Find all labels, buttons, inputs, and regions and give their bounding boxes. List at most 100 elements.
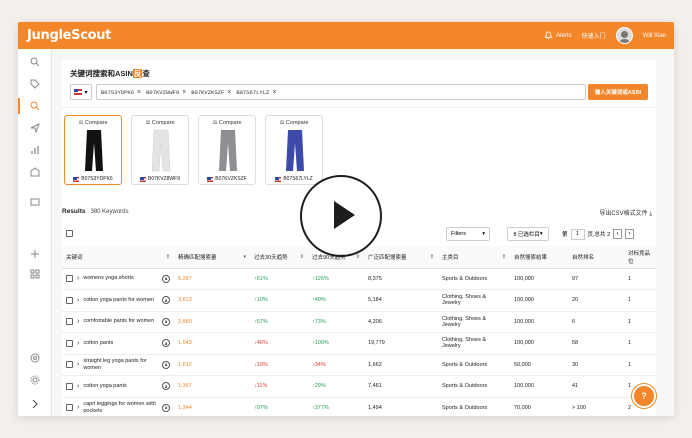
amazon-link-icon[interactable]: a xyxy=(162,274,170,283)
expand-row-icon[interactable]: › xyxy=(77,275,79,282)
asin-chip: B07KVZKSZF × xyxy=(191,89,231,96)
keyword-text[interactable]: capri leggings for women with pockets xyxy=(83,401,158,414)
expand-row-icon[interactable]: › xyxy=(77,297,79,304)
amazon-link-icon[interactable]: a xyxy=(162,360,170,369)
remove-chip-icon[interactable]: × xyxy=(227,89,231,96)
compare-toggle[interactable]: ⚖ Compare xyxy=(65,120,121,126)
amazon-link-icon[interactable]: a xyxy=(162,403,170,412)
row-checkbox[interactable] xyxy=(66,361,73,369)
amazon-link-icon[interactable]: a xyxy=(162,339,170,348)
alerts-button[interactable]: Alerts xyxy=(544,31,572,40)
columns-dropdown[interactable]: 8 已选栏目 ▾ xyxy=(507,227,549,241)
keyword-cell: › womens yoga shorts a xyxy=(62,268,174,290)
remove-chip-icon[interactable]: × xyxy=(272,89,276,96)
filters-dropdown[interactable]: Filters ▾ xyxy=(446,227,490,241)
filters-label: Filters xyxy=(451,231,466,237)
compare-toggle[interactable]: ⚖ Compare xyxy=(266,120,322,126)
quick-start-link[interactable]: 快速入门 xyxy=(582,31,606,40)
table-row[interactable]: › womens yoga shorts a 5,287 ↑61% ↑126% 8,375 S… xyxy=(62,268,656,290)
sidebar-expand-icon[interactable] xyxy=(18,393,52,415)
row-checkbox[interactable] xyxy=(66,404,73,412)
table-row[interactable]: › cotton pants a 1,543 ↓46% ↑100% 19,779 Clothi… xyxy=(62,332,656,355)
export-csv-button[interactable]: 导出CSV格式文件 ⤓ xyxy=(599,208,652,218)
product-card[interactable]: ⚖ Compare B07S67LYLZ xyxy=(265,115,323,185)
column-header[interactable]: 精确匹配搜索量 ▾ xyxy=(174,246,250,269)
product-card[interactable]: ⚖ Compare B07KVZ8WF9 xyxy=(131,115,189,185)
sidebar-image-icon[interactable] xyxy=(18,191,52,213)
row-checkbox[interactable] xyxy=(66,318,73,326)
competitor-rank-cell: 1 xyxy=(624,268,656,290)
search-button[interactable]: 输入关键词或ASIN xyxy=(588,84,648,100)
title-prefix: 关键词搜索和ASIN xyxy=(70,69,133,78)
expand-row-icon[interactable]: › xyxy=(77,318,79,325)
video-play-button[interactable] xyxy=(300,175,382,257)
keyword-text[interactable]: comfortable pants for women xyxy=(83,318,158,325)
sidebar-keyword-icon[interactable] xyxy=(18,95,52,117)
keyword-table: 关键词 ⇕ 精确匹配搜索量 ▾ 过去30天趋势 ⇕ 过去90天趋势 ⇕ 广泛匹配搜索量 ⇕… xyxy=(62,246,656,416)
sidebar-search-icon[interactable] xyxy=(18,51,52,73)
table-row[interactable]: › straight leg yoga pants for women a 1,812… xyxy=(62,354,656,376)
app-window: JungleScout Alerts 快速入门 Will Xiao 关键词搜索和… xyxy=(18,22,674,416)
column-header[interactable]: 自然搜索结果 xyxy=(510,246,568,269)
help-chat-button[interactable]: ? xyxy=(632,384,656,408)
marketplace-select[interactable]: ▾ xyxy=(70,84,92,100)
expand-row-icon[interactable]: › xyxy=(77,383,79,390)
remove-chip-icon[interactable]: × xyxy=(137,89,141,96)
sidebar-plus-icon[interactable] xyxy=(18,243,52,265)
sidebar-tag-icon[interactable] xyxy=(18,73,52,95)
column-label: 自然排名 xyxy=(572,254,595,261)
competitor-rank-cell: 1 xyxy=(624,311,656,333)
sidebar-chart-icon[interactable] xyxy=(18,139,52,161)
amazon-link-icon[interactable]: a xyxy=(162,296,170,305)
table-row[interactable]: › cotton yoga pants for women a 3,613 ↑10% ↑4… xyxy=(62,289,656,312)
product-card[interactable]: ⚖ Compare B07KVZKSZF xyxy=(198,115,256,185)
keyword-text[interactable]: straight leg yoga pants for women xyxy=(83,358,158,371)
column-header[interactable]: 关键词 ⇕ xyxy=(62,246,174,269)
keyword-text[interactable]: cotton pants xyxy=(83,340,158,347)
row-checkbox[interactable] xyxy=(66,382,73,390)
next-page-button[interactable]: › xyxy=(625,229,635,239)
organic-rank-cell: 20 xyxy=(568,289,624,312)
trend-90-cell: ↑73% xyxy=(308,311,364,333)
page-input[interactable]: 1 xyxy=(570,228,585,240)
remove-chip-icon[interactable]: × xyxy=(182,89,186,96)
sidebar-settings-icon[interactable] xyxy=(18,369,52,391)
sidebar-store-icon[interactable] xyxy=(18,161,52,183)
expand-row-icon[interactable]: › xyxy=(77,340,79,347)
row-checkbox[interactable] xyxy=(66,296,73,304)
product-card[interactable]: ⚖ Compare B07S3YDPK6 xyxy=(64,115,122,185)
column-header[interactable]: 广泛匹配搜索量 ⇕ xyxy=(364,246,438,269)
user-name[interactable]: Will Xiao xyxy=(643,33,666,39)
table-row[interactable]: › cotton yoga pants a 1,367 ↓11% ↑29% 7,461 Spo… xyxy=(62,375,656,398)
table-row[interactable]: › comfortable pants for women a 2,880 ↑57% ↑7… xyxy=(62,311,656,333)
keyword-text[interactable]: cotton yoga pants for women xyxy=(83,297,158,304)
amazon-link-icon[interactable]: a xyxy=(162,317,170,326)
asin-chip: B07S3YDPK6 × xyxy=(101,89,141,96)
column-header[interactable]: 对标竞品位 xyxy=(624,246,656,269)
trend-90-cell: ↑100% xyxy=(308,332,364,355)
column-header[interactable]: 自然排名 xyxy=(568,246,624,269)
select-all-checkbox[interactable] xyxy=(66,230,73,237)
compare-toggle[interactable]: ⚖ Compare xyxy=(132,120,188,126)
asin-search-input[interactable]: B07S3YDPK6 × B07KVZ8WF9 × B07KVZKSZF × B07S… xyxy=(96,84,586,100)
trend-30-value: 11% xyxy=(256,383,268,390)
sidebar-help-icon[interactable] xyxy=(18,347,52,369)
expand-row-icon[interactable]: › xyxy=(77,404,79,411)
category-cell: Sports & Outdoors xyxy=(438,268,510,290)
amazon-link-icon[interactable]: a xyxy=(162,382,170,391)
column-header[interactable]: 过去30天趋势 ⇕ xyxy=(250,246,308,269)
keyword-text[interactable]: womens yoga shorts xyxy=(83,275,158,282)
row-checkbox[interactable] xyxy=(66,339,73,347)
keyword-text[interactable]: cotton yoga pants xyxy=(83,383,158,390)
column-header[interactable]: 主类目 ⇕ xyxy=(438,246,510,269)
expand-row-icon[interactable]: › xyxy=(77,361,79,368)
prev-page-button[interactable]: ‹ xyxy=(613,229,623,239)
compare-toggle[interactable]: ⚖ Compare xyxy=(199,120,255,126)
row-checkbox[interactable] xyxy=(66,275,73,283)
sidebar-send-icon[interactable] xyxy=(18,117,52,139)
app-logo[interactable]: JungleScout xyxy=(27,28,111,43)
competitor-rank-cell: 1 xyxy=(624,332,656,355)
table-row[interactable]: › capri leggings for women with pockets a 1… xyxy=(62,397,656,416)
sidebar-grid-icon[interactable] xyxy=(18,263,52,285)
avatar[interactable] xyxy=(615,27,633,44)
